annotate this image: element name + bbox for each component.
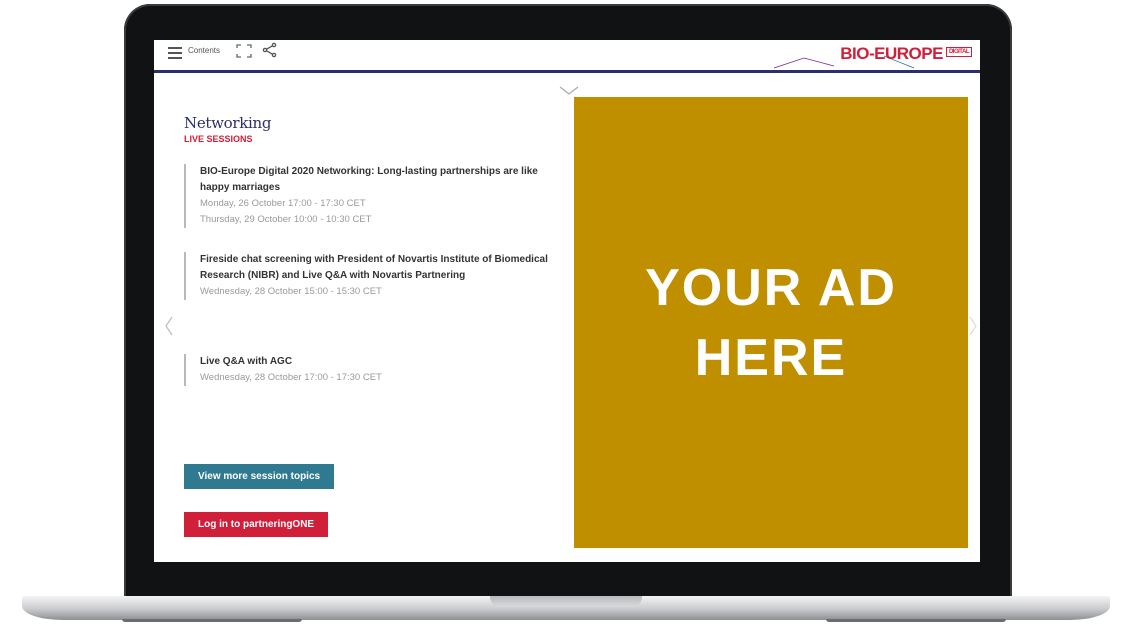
laptop-foot-left xyxy=(122,619,302,622)
session-item[interactable]: Live Q&A with AGC Wednesday, 28 October … xyxy=(184,354,560,386)
brand-logo: BIO-EUROPE DIGITAL xyxy=(840,44,972,64)
session-title: Fireside chat screening with President o… xyxy=(200,254,548,281)
section-subheading: LIVE SESSIONS xyxy=(184,134,253,144)
section-heading: Networking xyxy=(184,114,272,132)
session-item[interactable]: Fireside chat screening with President o… xyxy=(184,252,560,300)
ad-placeholder: YOUR AD HERE xyxy=(574,97,968,548)
session-time: Wednesday, 28 October 15:00 - 15:30 CET xyxy=(200,286,382,297)
fullscreen-icon[interactable] xyxy=(236,44,252,58)
session-time: Thursday, 29 October 10:00 - 10:30 CET xyxy=(200,214,372,225)
menu-icon[interactable] xyxy=(168,47,182,59)
chevron-left-icon[interactable] xyxy=(164,316,174,336)
login-partneringone-button[interactable]: Log in to partneringONE xyxy=(184,512,329,537)
session-title: Live Q&A with AGC xyxy=(200,356,293,367)
chevron-down-icon[interactable] xyxy=(559,86,579,96)
brand-badge: DIGITAL xyxy=(945,47,972,57)
brand-name: BIO-EUROPE xyxy=(840,44,943,63)
session-time: Monday, 26 October 17:00 - 17:30 CET xyxy=(200,198,366,209)
session-item[interactable]: BIO-Europe Digital 2020 Networking: Long… xyxy=(184,164,560,228)
laptop-foot-right xyxy=(826,619,1006,622)
session-time: Wednesday, 28 October 17:00 - 17:30 CET xyxy=(200,372,382,383)
toolbar: Contents BIO-EUROPE DIGITAL xyxy=(154,40,980,73)
share-icon[interactable] xyxy=(262,42,278,58)
chevron-right-icon[interactable] xyxy=(968,316,978,336)
view-more-sessions-button[interactable]: View more session topics xyxy=(184,464,335,489)
session-title: BIO-Europe Digital 2020 Networking: Long… xyxy=(200,166,538,193)
laptop-screen: Contents BIO-EUROPE DIGITAL Networking L… xyxy=(154,40,980,562)
contents-link[interactable]: Contents xyxy=(188,46,220,55)
laptop-notch xyxy=(490,596,642,607)
networking-panel: Networking LIVE SESSIONS BIO-Europe Digi… xyxy=(184,114,574,537)
ad-text: YOUR AD HERE xyxy=(645,258,897,387)
